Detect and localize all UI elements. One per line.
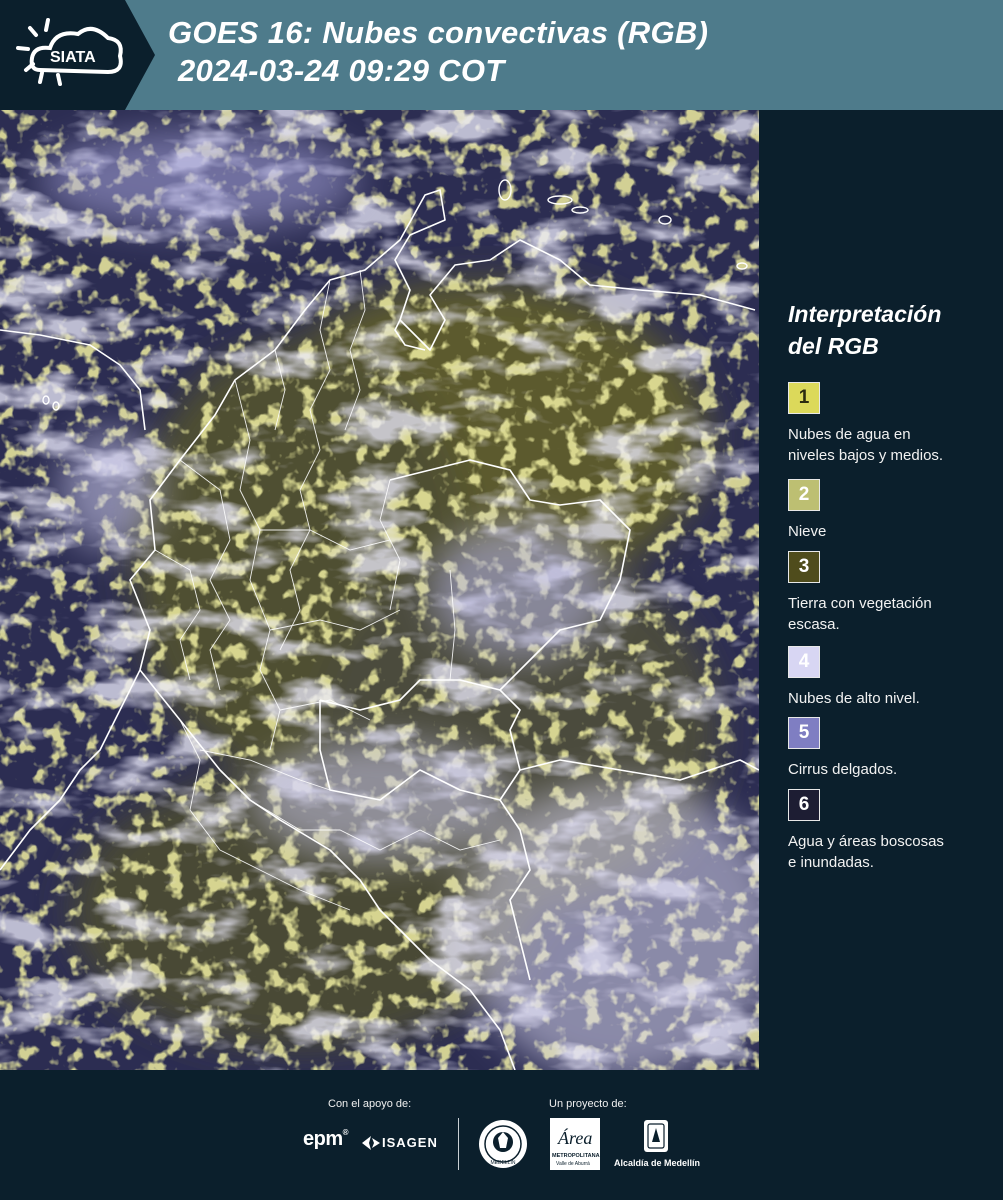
legend-swatch: 6 [788, 789, 820, 821]
legend-title-line2: del RGB [788, 333, 879, 359]
legend-label-line2: escasa. [788, 616, 840, 633]
legend-label-line2: niveles bajos y medios. [788, 447, 944, 464]
epm-logo-text: epm [303, 1128, 343, 1150]
legend-label: Agua y áreas boscosas e inundadas. [788, 831, 988, 873]
medellin-seal-logo[interactable]: MEDELLÍN [477, 1118, 529, 1175]
legend-label-line1: Nieve [788, 523, 827, 540]
alcaldia-logo-text: Alcaldía de Medellín [613, 1158, 701, 1168]
footer: Con el apoyo de: Un proyecto de: epm® IS… [0, 1070, 1003, 1200]
title-timestamp: 2024-03-24 09:29 COT [178, 53, 505, 88]
legend-swatch: 5 [788, 717, 820, 749]
legend-label: Tierra con vegetación escasa. [788, 593, 988, 635]
support-label: Con el apoyo de: [328, 1098, 412, 1110]
legend-label-line1: Nubes de agua en [788, 426, 911, 443]
legend-item: 3 Tierra con vegetación escasa. [788, 551, 988, 635]
legend-item: 6 Agua y áreas boscosas e inundadas. [788, 789, 988, 873]
isagen-mark-icon [362, 1136, 380, 1150]
legend-title: Interpretación del RGB [788, 298, 988, 362]
legend-title-line1: Interpretación [788, 301, 942, 327]
legend-label-line1: Agua y áreas boscosas [788, 833, 944, 850]
legend-label: Nubes de alto nivel. [788, 688, 988, 709]
satellite-map[interactable] [0, 110, 759, 1070]
header-bar: SIATA GOES 16: Nubes convectivas (RGB) 2… [0, 0, 1003, 110]
legend-item: 2 Nieve [788, 479, 988, 542]
isagen-logo-text: ISAGEN [382, 1135, 438, 1150]
legend-swatch: 2 [788, 479, 820, 511]
legend-label: Nieve [788, 521, 988, 542]
area-metropolitana-logo[interactable]: Área METROPOLITANA Valle de Aburrá [550, 1118, 600, 1170]
area-logo-subtext1: METROPOLITANA [552, 1153, 600, 1159]
legend-label: Cirrus delgados. [788, 759, 988, 780]
seal-text: MEDELLÍN [490, 1159, 515, 1166]
page-title: GOES 16: Nubes convectivas (RGB) 2024-03… [168, 14, 708, 90]
legend-label: Nubes de agua en niveles bajos y medios. [788, 424, 988, 466]
siata-logo[interactable]: SIATA [0, 0, 155, 110]
footer-divider [458, 1118, 459, 1170]
alcaldia-logo[interactable]: Alcaldía de Medellín [612, 1118, 702, 1170]
legend-label-line2: e inundadas. [788, 854, 874, 871]
epm-logo[interactable]: epm® [303, 1128, 349, 1151]
legend-item: 4 Nubes de alto nivel. [788, 646, 988, 709]
seal-icon: MEDELLÍN [479, 1120, 527, 1168]
area-logo-subtext2: Valle de Aburrá [556, 1161, 590, 1167]
legend-label-line1: Cirrus delgados. [788, 761, 898, 778]
siata-logo-text: SIATA [50, 49, 96, 66]
legend-swatch: 3 [788, 551, 820, 583]
isagen-logo[interactable]: ISAGEN [360, 1132, 440, 1154]
legend-swatch: 1 [788, 382, 820, 414]
legend-label-line1: Nubes de alto nivel. [788, 690, 920, 707]
coat-of-arms-icon [644, 1120, 668, 1152]
area-logo-text: Área [558, 1128, 593, 1148]
legend-swatch: 4 [788, 646, 820, 678]
legend-panel: Interpretación del RGB [788, 298, 988, 362]
legend-label-line1: Tierra con vegetación [788, 595, 932, 612]
legend-item: 5 Cirrus delgados. [788, 717, 988, 780]
project-label: Un proyecto de: [549, 1098, 627, 1110]
legend-item: 1 Nubes de agua en niveles bajos y medios. [788, 382, 988, 466]
title-line1: GOES 16: Nubes convectivas (RGB) [168, 15, 709, 50]
